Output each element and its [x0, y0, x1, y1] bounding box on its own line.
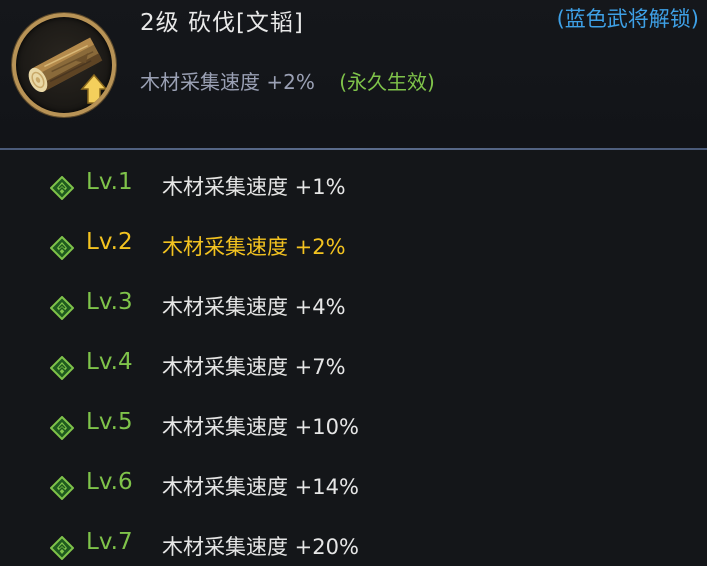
level-effect: 木材采集速度 +10% [162, 415, 359, 439]
level-effect: 木材采集速度 +2% [162, 235, 346, 259]
green-diamond-icon [50, 176, 74, 200]
level-row-4: Lv.4 木材采集速度 +7% [0, 346, 707, 386]
current-effect-text: 木材采集速度 +2% [140, 70, 315, 94]
level-label: Lv.6 [86, 469, 133, 495]
level-row-3: Lv.3 木材采集速度 +4% [0, 286, 707, 326]
level-label: Lv.3 [86, 289, 133, 315]
level-label: Lv.1 [86, 169, 133, 195]
level-row-5: Lv.5 木材采集速度 +10% [0, 406, 707, 446]
green-diamond-icon [50, 476, 74, 500]
level-label: Lv.2 [86, 229, 133, 255]
level-effect: 木材采集速度 +7% [162, 355, 346, 379]
level-effect: 木材采集速度 +20% [162, 535, 359, 559]
level-row-7: Lv.7 木材采集速度 +20% [0, 526, 707, 566]
level-label: Lv.7 [86, 529, 133, 555]
green-diamond-icon [50, 356, 74, 380]
green-diamond-icon [50, 296, 74, 320]
level-effect: 木材采集速度 +4% [162, 295, 346, 319]
unlock-requirement: (蓝色武将解锁) [556, 7, 699, 31]
skill-title: 2级 砍伐[文韬] [140, 10, 304, 36]
wood-log-upgrade-icon [12, 13, 116, 117]
level-row-6: Lv.6 木材采集速度 +14% [0, 466, 707, 506]
level-effect: 木材采集速度 +1% [162, 175, 346, 199]
green-diamond-icon [50, 416, 74, 440]
permanent-note: (永久生效) [339, 70, 435, 94]
level-label: Lv.4 [86, 349, 133, 375]
level-effect: 木材采集速度 +14% [162, 475, 359, 499]
skill-header: 2级 砍伐[文韬] (蓝色武将解锁) 木材采集速度 +2% (永久生效) [0, 0, 707, 148]
current-effect-summary: 木材采集速度 +2% (永久生效) [140, 66, 435, 95]
level-row-1: Lv.1 木材采集速度 +1% [0, 166, 707, 206]
level-label: Lv.5 [86, 409, 133, 435]
level-row-2: Lv.2 木材采集速度 +2% [0, 226, 707, 266]
green-diamond-icon [50, 236, 74, 260]
green-diamond-icon [50, 536, 74, 560]
section-divider [0, 148, 707, 150]
